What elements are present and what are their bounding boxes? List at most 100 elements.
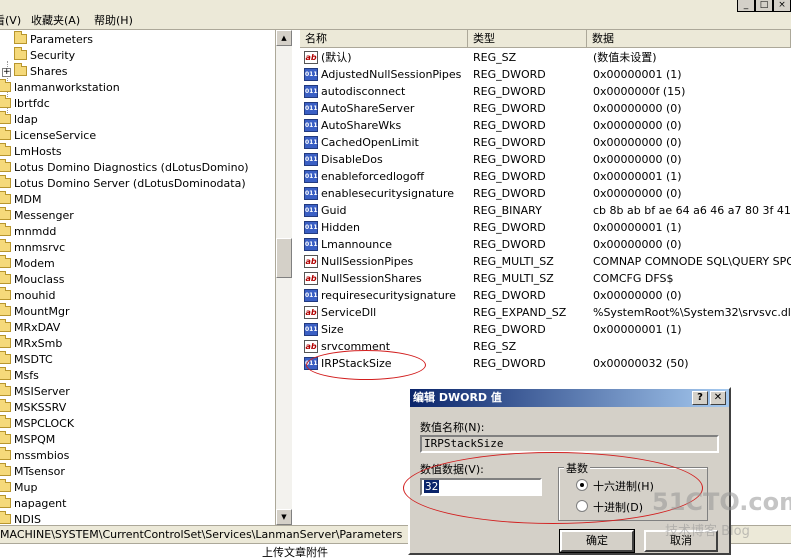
- value-row[interactable]: 011 requiresecuritysignature REG_DWORD 0x00…: [300, 287, 791, 304]
- value-row[interactable]: 011 AutoShareWks REG_DWORD 0x00000000 (0): [300, 117, 791, 134]
- value-row[interactable]: 011 Guid REG_BINARY cb 8b ab bf ae 64 a6 46…: [300, 202, 791, 219]
- tree-item[interactable]: NDIS: [0, 511, 41, 525]
- tree-item[interactable]: mnmsrvc: [0, 239, 65, 256]
- value-name-cell: Guid: [321, 204, 347, 217]
- tree-item[interactable]: LmHosts: [0, 143, 62, 160]
- tree-item[interactable]: MDM: [0, 191, 41, 208]
- value-name-cell: enablesecuritysignature: [321, 187, 455, 200]
- tree-scrollbar[interactable]: ▲ ▼: [276, 30, 292, 525]
- hex-radio-label[interactable]: 十六进制(H): [593, 478, 654, 494]
- value-row[interactable]: 011 AutoShareServer REG_DWORD 0x00000000 (0…: [300, 100, 791, 117]
- tree-item-label: MSIServer: [14, 385, 70, 398]
- binary-value-icon: 011: [304, 153, 318, 166]
- tree-item[interactable]: Shares: [14, 63, 67, 80]
- tree-item[interactable]: mouhid: [0, 287, 55, 304]
- tree-item[interactable]: lbrtfdc: [0, 95, 50, 112]
- value-row[interactable]: 011 autodisconnect REG_DWORD 0x0000000f (15…: [300, 83, 791, 100]
- folder-icon: [0, 479, 11, 492]
- tree-item[interactable]: MSPCLOCK: [0, 415, 74, 432]
- folder-icon: [0, 319, 11, 332]
- value-type-cell: REG_MULTI_SZ: [473, 255, 554, 268]
- tree-item[interactable]: Messenger: [0, 207, 74, 224]
- value-row[interactable]: 011 enableforcedlogoff REG_DWORD 0x00000001…: [300, 168, 791, 185]
- tree-item-label: MSKSSRV: [14, 401, 67, 414]
- tree-item[interactable]: MSKSSRV: [0, 399, 67, 416]
- tree-item[interactable]: MTsensor: [0, 463, 65, 480]
- tree-item[interactable]: Mup: [0, 479, 37, 496]
- column-header-name[interactable]: 名称: [300, 30, 468, 48]
- column-header-type[interactable]: 类型: [468, 30, 587, 48]
- tree-item[interactable]: ldap: [0, 111, 38, 128]
- value-row[interactable]: 011 DisableDos REG_DWORD 0x00000000 (0): [300, 151, 791, 168]
- scroll-down-button[interactable]: ▼: [276, 509, 292, 525]
- tree-item[interactable]: MSDTC: [0, 351, 53, 368]
- value-data-cell: 0x00000000 (0): [593, 153, 682, 166]
- tree-item[interactable]: MSIServer: [0, 383, 70, 400]
- dec-radio-label[interactable]: 十进制(D): [593, 499, 643, 515]
- value-row[interactable]: ab ServiceDll REG_EXPAND_SZ %SystemRoot%\Sy…: [300, 304, 791, 321]
- value-name-cell: ServiceDll: [321, 306, 377, 319]
- value-row[interactable]: ab NullSessionPipes REG_MULTI_SZ COMNAP COM…: [300, 253, 791, 270]
- cancel-button[interactable]: 取消: [644, 530, 718, 552]
- value-row[interactable]: 011 IRPStackSize REG_DWORD 0x00000032 (50): [300, 355, 791, 372]
- help-icon[interactable]: ?: [692, 391, 708, 405]
- dec-radio[interactable]: [576, 500, 588, 512]
- tree-item[interactable]: lanmanworkstation: [0, 79, 120, 96]
- tree-item[interactable]: Mouclass: [0, 271, 65, 288]
- tree-item[interactable]: MRxDAV: [0, 319, 60, 336]
- tree-item[interactable]: Lotus Domino Diagnostics (dLotusDomino): [0, 159, 249, 176]
- value-name-cell: AdjustedNullSessionPipes: [321, 68, 462, 81]
- tree-item[interactable]: mssmbios: [0, 447, 69, 464]
- binary-value-icon: 011: [304, 136, 318, 149]
- binary-value-icon: 011: [304, 204, 318, 217]
- value-data-cell: 0x00000000 (0): [593, 119, 682, 132]
- scroll-up-button[interactable]: ▲: [276, 30, 292, 46]
- folder-icon: [0, 287, 11, 300]
- value-row[interactable]: 011 Lmannounce REG_DWORD 0x00000000 (0): [300, 236, 791, 253]
- folder-icon: [0, 511, 11, 524]
- hex-radio[interactable]: [576, 479, 588, 491]
- menu-favorites[interactable]: 收藏夹(A): [31, 12, 80, 28]
- value-row[interactable]: 011 enablesecuritysignature REG_DWORD 0x000…: [300, 185, 791, 202]
- tree-item[interactable]: napagent: [0, 495, 66, 512]
- tree-item[interactable]: Security: [14, 47, 75, 64]
- tree-item[interactable]: Modem: [0, 255, 55, 272]
- tree-item[interactable]: MSPQM: [0, 431, 55, 448]
- tree-item[interactable]: MRxSmb: [0, 335, 62, 352]
- value-row[interactable]: ab NullSessionShares REG_MULTI_SZ COMCFG DF…: [300, 270, 791, 287]
- close-button[interactable]: ×: [773, 0, 791, 12]
- value-row[interactable]: ab (默认) REG_SZ (数值未设置): [300, 49, 791, 66]
- maximize-button[interactable]: □: [755, 0, 773, 12]
- folder-icon: [14, 47, 27, 60]
- tree-item[interactable]: mnmdd: [0, 223, 56, 240]
- value-type-cell: REG_SZ: [473, 51, 517, 64]
- tree-item[interactable]: Lotus Domino Server (dLotusDominodata): [0, 175, 246, 192]
- tree-item[interactable]: Parameters: [14, 31, 93, 48]
- value-data-cell: 0x00000001 (1): [593, 323, 682, 336]
- value-name-cell: Size: [321, 323, 344, 336]
- value-row[interactable]: 011 Hidden REG_DWORD 0x00000001 (1): [300, 219, 791, 236]
- dialog-title-bar[interactable]: 编辑 DWORD 值 ? ✕: [410, 389, 729, 407]
- ok-button[interactable]: 确定: [559, 529, 635, 553]
- value-row[interactable]: 011 CachedOpenLimit REG_DWORD 0x00000000 (0…: [300, 134, 791, 151]
- minimize-button[interactable]: _: [737, 0, 755, 12]
- value-row[interactable]: ab srvcomment REG_SZ: [300, 338, 791, 355]
- dialog-title: 编辑 DWORD 值: [413, 391, 502, 404]
- expand-icon[interactable]: +: [2, 68, 11, 77]
- menu-view[interactable]: 看(V): [0, 12, 21, 28]
- close-icon[interactable]: ✕: [710, 391, 726, 405]
- tree-item[interactable]: MountMgr: [0, 303, 69, 320]
- column-header-data[interactable]: 数据: [587, 30, 791, 48]
- menu-help[interactable]: 帮助(H): [94, 12, 133, 28]
- value-data-input[interactable]: 32: [420, 478, 542, 496]
- value-row[interactable]: 011 Size REG_DWORD 0x00000001 (1): [300, 321, 791, 338]
- string-value-icon: ab: [304, 51, 318, 64]
- value-name-cell: NullSessionShares: [321, 272, 422, 285]
- tree-item[interactable]: LicenseService: [0, 127, 96, 144]
- scroll-thumb[interactable]: [276, 238, 292, 278]
- tree-item[interactable]: Msfs: [0, 367, 39, 384]
- binary-value-icon: 011: [304, 68, 318, 81]
- folder-icon: [0, 207, 11, 220]
- value-row[interactable]: 011 AdjustedNullSessionPipes REG_DWORD 0x00…: [300, 66, 791, 83]
- value-type-cell: REG_BINARY: [473, 204, 542, 217]
